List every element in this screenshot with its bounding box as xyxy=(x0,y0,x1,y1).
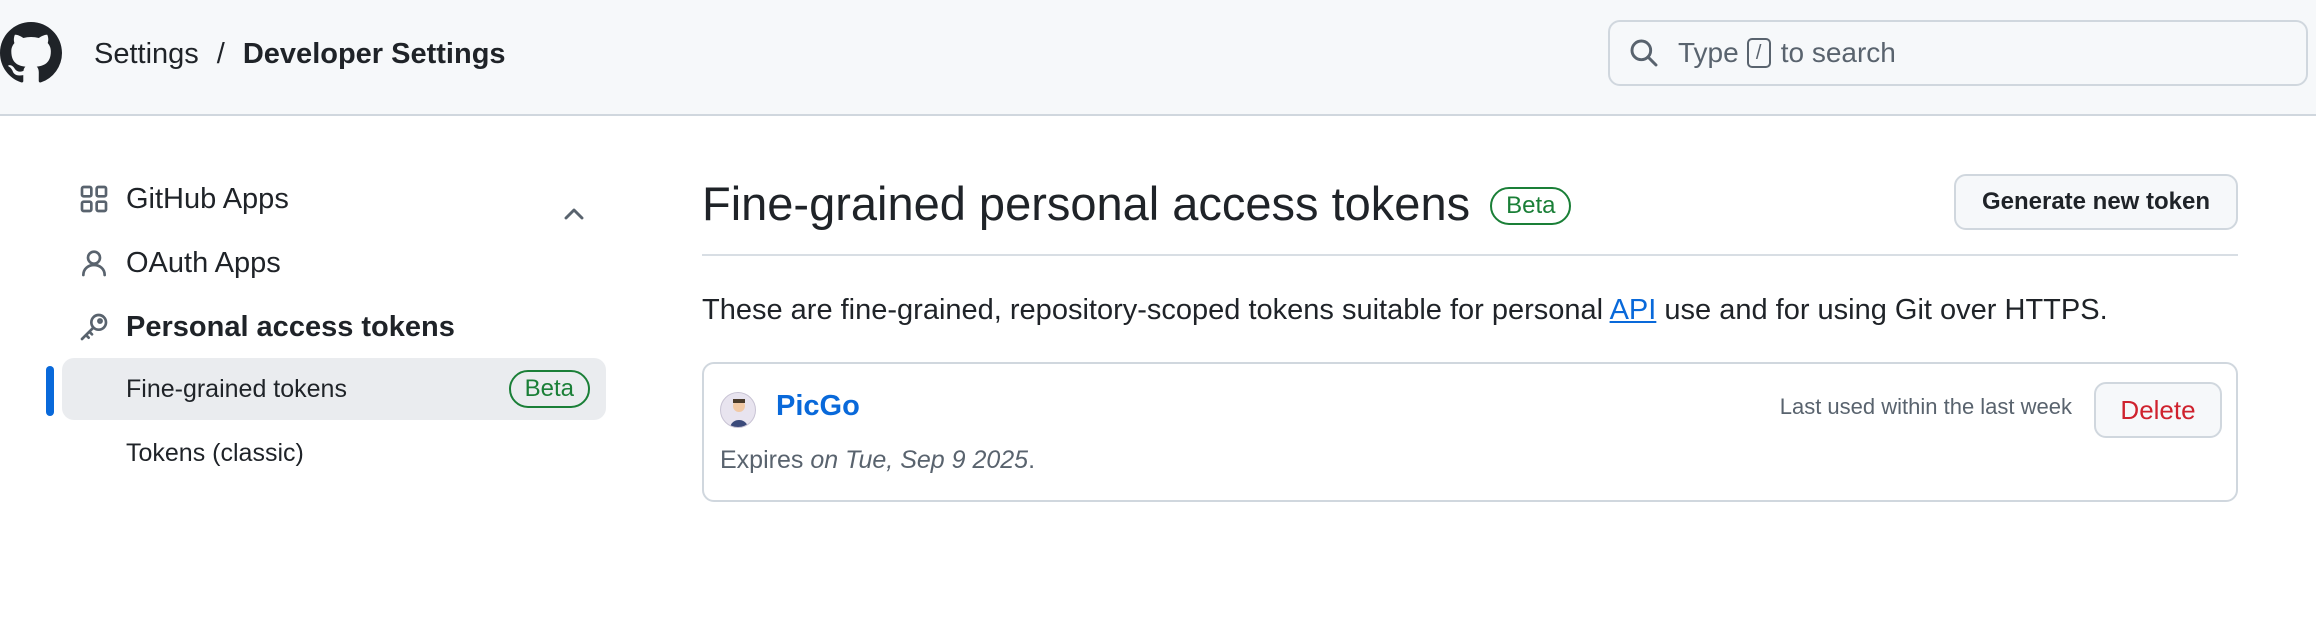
sidebar-subitem-label: Fine-grained tokens xyxy=(126,374,347,403)
active-indicator xyxy=(46,366,54,416)
breadcrumb-current[interactable]: Developer Settings xyxy=(243,38,506,71)
sidebar-nav: GitHub Apps OAuth Apps Personal access t… xyxy=(0,116,620,622)
token-list-item: PicGo Last used within the last week Del… xyxy=(702,362,2238,502)
github-logo-icon[interactable] xyxy=(0,22,62,84)
token-avatar xyxy=(720,392,756,428)
token-name-link[interactable]: PicGo xyxy=(776,390,860,423)
sidebar-item-personal-access-tokens[interactable]: Personal access tokens xyxy=(78,302,455,352)
page-title: Fine-grained personal access tokens Beta xyxy=(702,172,1572,234)
sidebar-subitem-fine-grained-tokens[interactable]: Fine-grained tokens Beta xyxy=(62,358,606,420)
sidebar-item-label: Personal access tokens xyxy=(126,310,455,343)
beta-badge: Beta xyxy=(508,370,590,408)
sidebar-item-label: GitHub Apps xyxy=(126,182,289,215)
search-placeholder: Type / to search xyxy=(1678,37,1896,68)
breadcrumb-settings-link[interactable]: Settings xyxy=(94,38,199,71)
search-input[interactable]: Type / to search xyxy=(1608,20,2308,86)
delete-token-button[interactable]: Delete xyxy=(2094,382,2222,438)
sidebar-subitem-label: Tokens (classic) xyxy=(126,438,304,467)
apps-grid-icon xyxy=(80,185,108,213)
slash-key-hint: / xyxy=(1746,38,1771,68)
breadcrumb-separator: / xyxy=(216,37,225,70)
generate-new-token-button[interactable]: Generate new token xyxy=(1954,174,2238,230)
token-last-used: Last used within the last week xyxy=(1779,394,2072,419)
title-divider xyxy=(702,254,2238,256)
page-description: These are fine-grained, repository-scope… xyxy=(702,294,2108,326)
sidebar-item-github-apps[interactable]: GitHub Apps xyxy=(78,174,289,224)
sidebar-item-oauth-apps[interactable]: OAuth Apps xyxy=(78,238,281,288)
app-header: Settings / Developer Settings Type / to … xyxy=(0,0,2316,116)
search-icon xyxy=(1630,39,1658,67)
token-expiry: Expires on Tue, Sep 9 2025. xyxy=(720,446,1036,474)
api-link[interactable]: API xyxy=(1610,294,1657,326)
person-icon xyxy=(82,250,106,277)
chevron-up-icon[interactable] xyxy=(558,198,590,230)
key-icon xyxy=(80,313,108,341)
token-expiry-date: on Tue, Sep 9 2025 xyxy=(810,446,1029,474)
title-beta-badge: Beta xyxy=(1490,187,1572,225)
breadcrumb: Settings / Developer Settings xyxy=(94,34,506,74)
sidebar-subitem-tokens-classic[interactable]: Tokens (classic) xyxy=(62,422,606,484)
sidebar-item-label: OAuth Apps xyxy=(126,246,281,279)
